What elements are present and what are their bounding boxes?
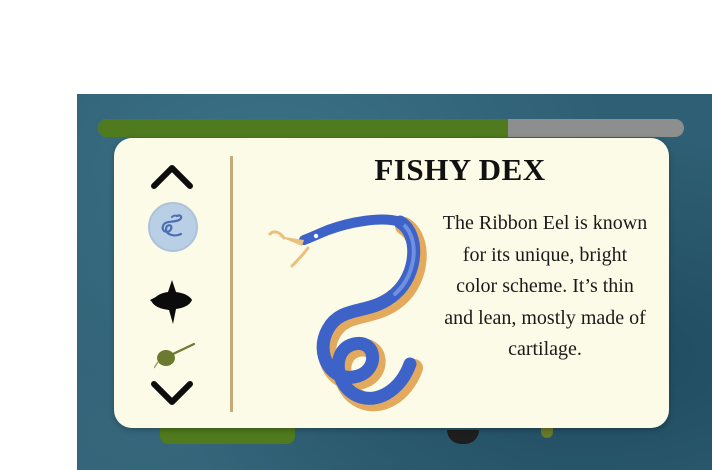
fish-slot-selected[interactable] [142, 202, 202, 252]
ribbon-eel-illustration [268, 214, 427, 412]
panel-divider [230, 156, 233, 412]
chevron-down-icon [151, 381, 193, 405]
chevron-up-icon [151, 165, 193, 189]
scroll-down-button[interactable] [146, 378, 198, 412]
anglerfish-icon [154, 342, 196, 369]
fishy-dex-panel: FISHY DEX The Ribbon Eel is known for it… [114, 138, 669, 428]
fish-selector [142, 154, 202, 414]
progress-bar [98, 119, 684, 137]
dex-title: FISHY DEX [374, 152, 546, 187]
ribbon-eel-icon [161, 214, 183, 237]
progress-bar-fill [98, 119, 509, 137]
scroll-up-button[interactable] [146, 158, 198, 192]
fish-slot-2[interactable] [142, 278, 202, 328]
hud-bottom-bar [160, 428, 295, 444]
fish-description: The Ribbon Eel is known for its unique, … [442, 212, 648, 360]
sunfish-silhouette-icon [150, 280, 192, 324]
fish-slot-3[interactable] [142, 338, 202, 374]
